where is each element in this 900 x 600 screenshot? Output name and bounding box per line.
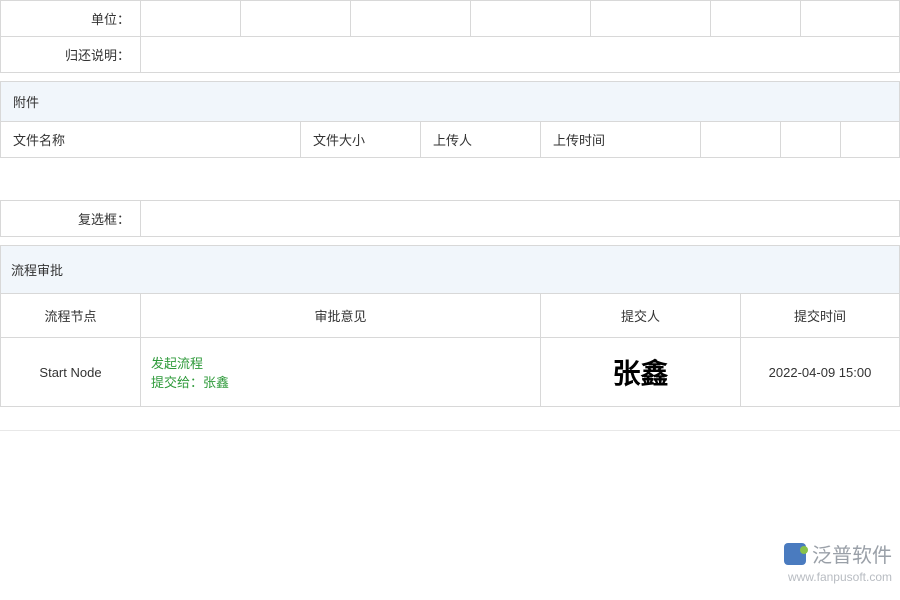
node-value: Start Node: [1, 338, 141, 407]
col-upload-time: 上传时间: [541, 122, 701, 158]
col-uploader: 上传人: [421, 122, 541, 158]
approval-columns-row: 流程节点 审批意见 提交人 提交时间: [1, 294, 900, 338]
attachments-columns-row: 文件名称 文件大小 上传人 上传时间: [1, 122, 900, 158]
unit-cell-5[interactable]: [591, 1, 711, 37]
col-opinion: 审批意见: [141, 294, 541, 338]
approval-row-0: Start Node 发起流程 提交给：张鑫 张鑫 2022-04-09 15:…: [1, 338, 900, 407]
spacer-1: [0, 158, 900, 200]
col-submitter: 提交人: [541, 294, 741, 338]
unit-cell-6[interactable]: [711, 1, 801, 37]
unit-cell-4[interactable]: [471, 1, 591, 37]
col-file-name: 文件名称: [1, 122, 301, 158]
unit-cell-2[interactable]: [241, 1, 351, 37]
checkbox-table: 复选框：: [0, 200, 900, 237]
return-note-row: 归还说明：: [1, 37, 900, 73]
col-blank-3: [841, 122, 900, 158]
submit-to-prefix: 提交给：: [151, 375, 203, 390]
form-table: 单位： 归还说明：: [0, 0, 900, 73]
approval-header-row: 流程审批: [1, 246, 900, 294]
submit-to-name: 张鑫: [203, 375, 229, 390]
signature-image: 张鑫: [612, 359, 668, 390]
unit-cell-7[interactable]: [801, 1, 900, 37]
attachments-section: 附件 文件名称 文件大小 上传人 上传时间: [0, 81, 900, 158]
col-blank-2: [781, 122, 841, 158]
approval-section: 流程审批 流程节点 审批意见 提交人 提交时间 Start Node 发起流程 …: [0, 245, 900, 407]
brand-name: 泛普软件: [812, 539, 892, 568]
checkbox-row: 复选框：: [1, 201, 900, 237]
col-submit-time: 提交时间: [741, 294, 900, 338]
checkbox-label: 复选框：: [1, 201, 141, 237]
brand-line: 泛普软件: [784, 539, 892, 568]
col-file-size: 文件大小: [301, 122, 421, 158]
unit-cell-1[interactable]: [141, 1, 241, 37]
opinion-action: 发起流程: [151, 353, 530, 372]
return-note-value[interactable]: [141, 37, 900, 73]
opinion-submit-to: 提交给：张鑫: [151, 372, 530, 391]
submit-time-value: 2022-04-09 15:00: [741, 338, 900, 407]
brand-logo-icon: [784, 543, 806, 565]
checkbox-value[interactable]: [141, 201, 900, 237]
brand-url: www.fanpusoft.com: [784, 570, 892, 584]
attachments-header-row: 附件: [1, 82, 900, 122]
bottom-area: 泛普软件 www.fanpusoft.com: [0, 430, 900, 600]
col-blank-1: [701, 122, 781, 158]
attachments-title: 附件: [1, 82, 900, 122]
unit-cell-3[interactable]: [351, 1, 471, 37]
branding: 泛普软件 www.fanpusoft.com: [784, 539, 892, 584]
unit-label: 单位：: [1, 1, 141, 37]
approval-title: 流程审批: [1, 246, 900, 294]
submitter-cell: 张鑫: [541, 338, 741, 407]
unit-row: 单位：: [1, 1, 900, 37]
return-note-label: 归还说明：: [1, 37, 141, 73]
col-node: 流程节点: [1, 294, 141, 338]
opinion-cell: 发起流程 提交给：张鑫: [141, 338, 541, 407]
